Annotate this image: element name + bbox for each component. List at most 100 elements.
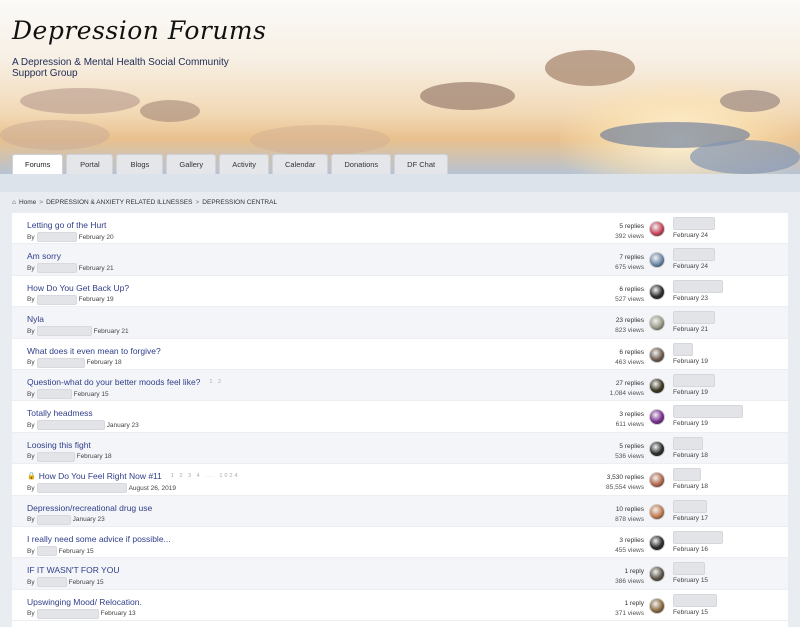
last-post-date[interactable]: February 24 — [673, 232, 715, 239]
topic-title-link[interactable]: Nyla — [27, 314, 44, 324]
redacted-author-name[interactable] — [36, 577, 67, 588]
topic-title-link[interactable]: I really need some advice if possible... — [27, 534, 171, 544]
redacted-last-poster[interactable] — [673, 468, 701, 482]
topic-title-link[interactable]: Loosing this fight — [27, 440, 91, 450]
redacted-author-name[interactable] — [36, 420, 105, 431]
redacted-last-poster[interactable] — [673, 279, 723, 293]
redacted-last-poster[interactable] — [673, 217, 715, 230]
redacted-last-poster[interactable] — [673, 562, 705, 576]
home-icon[interactable]: ⌂ — [12, 199, 16, 206]
tab-activity[interactable]: Activity — [219, 154, 269, 174]
site-logo-title[interactable]: Depression Forums — [12, 16, 266, 45]
topic-title-link[interactable]: Depression/recreational drug use — [27, 503, 152, 513]
topic-row[interactable]: 🔒 How Do You Feel Right Now #11 1 2 3 4 ..… — [12, 464, 788, 496]
tab-donations[interactable]: Donations — [331, 154, 392, 174]
topic-title-link[interactable]: Totally headmess — [27, 408, 93, 418]
topic-row[interactable]: Loosing this fight By February 18 5 replies… — [12, 432, 788, 465]
topic-title-link[interactable]: How Do You Get Back Up? — [27, 283, 129, 293]
redacted-author-name[interactable] — [36, 326, 92, 337]
redacted-author-name[interactable] — [36, 389, 72, 399]
redacted-last-poster[interactable] — [673, 374, 715, 387]
avatar[interactable] — [649, 597, 665, 614]
tab-gallery[interactable]: Gallery — [166, 154, 217, 174]
redacted-last-poster[interactable] — [673, 248, 715, 262]
topic-row[interactable]: I really need some advice if possible...… — [12, 527, 788, 559]
topic-meta: By February 19 — [27, 294, 114, 305]
topic-title-link[interactable]: Question-what do your better moods feel … — [27, 377, 200, 387]
last-post-date[interactable]: February 16 — [673, 546, 723, 553]
redacted-author-name[interactable] — [36, 608, 99, 619]
topic-meta: By February 13 — [27, 608, 136, 619]
topic-pagination[interactable]: 1 2 3 4 ... 1024 — [171, 473, 240, 479]
tab-portal[interactable]: Portal — [66, 154, 114, 174]
last-post-date[interactable]: February 23 — [673, 295, 723, 302]
redacted-author-name[interactable] — [36, 357, 85, 368]
last-post-date[interactable]: February 19 — [673, 358, 708, 365]
topic-stats: 5 replies 536 views — [615, 442, 644, 462]
topic-row[interactable]: Nyla By February 21 23 replies 823 views Febr… — [12, 307, 788, 339]
topic-row[interactable]: Totally headmess By January 23 3 replies 611… — [12, 401, 788, 433]
redacted-last-poster[interactable] — [673, 405, 743, 419]
redacted-last-poster[interactable] — [673, 531, 723, 544]
redacted-author-name[interactable] — [36, 294, 77, 305]
site-tagline: A Depression & Mental Health Social Comm… — [12, 57, 229, 79]
avatar[interactable] — [649, 252, 665, 269]
redacted-last-poster[interactable] — [673, 499, 707, 513]
topic-row[interactable]: Am sorry By February 21 7 replies 675 views F… — [12, 244, 788, 276]
redacted-author-name[interactable] — [36, 514, 71, 525]
topic-row[interactable]: Upswinging Mood/ Relocation. By February 1… — [12, 590, 788, 622]
avatar[interactable] — [649, 535, 665, 551]
topic-row[interactable]: What does it even mean to forgive? By Febr… — [12, 339, 788, 370]
last-post-date[interactable]: February 15 — [673, 609, 717, 616]
topic-stats: 10 replies 878 views — [615, 505, 644, 525]
breadcrumb-category[interactable]: DEPRESSION & ANXIETY RELATED ILLNESSES — [46, 199, 192, 206]
last-post-date[interactable]: February 19 — [673, 389, 715, 396]
avatar[interactable] — [649, 566, 665, 583]
last-post-date[interactable]: February 15 — [673, 577, 708, 584]
last-post-date[interactable]: February 17 — [673, 515, 708, 522]
redacted-last-poster[interactable] — [673, 436, 703, 450]
avatar[interactable] — [649, 472, 665, 489]
tab-blogs[interactable]: Blogs — [116, 154, 164, 174]
topic-row[interactable]: Question-what do your better moods feel … — [12, 370, 788, 402]
by-label: By — [27, 516, 35, 524]
tab-calendar[interactable]: Calendar — [271, 154, 329, 174]
avatar[interactable] — [649, 503, 665, 520]
redacted-last-poster[interactable] — [673, 342, 693, 356]
tab-forums[interactable]: Forums — [12, 154, 64, 174]
last-post-date[interactable]: February 18 — [673, 452, 708, 459]
topic-row[interactable]: How Do You Get Back Up? By February 19 6 re… — [12, 276, 788, 308]
redacted-author-name[interactable] — [36, 451, 75, 462]
redacted-last-poster[interactable] — [673, 311, 715, 325]
topic-stats: 3 replies 455 views — [615, 536, 644, 556]
avatar[interactable] — [649, 378, 665, 394]
avatar[interactable] — [649, 346, 665, 363]
redacted-author-name[interactable] — [36, 232, 77, 242]
topic-row[interactable]: Depression/recreational drug use By Januar… — [12, 495, 788, 527]
last-post-date[interactable]: February 24 — [673, 263, 715, 270]
last-post-date[interactable]: February 19 — [673, 420, 743, 427]
tab-df-chat[interactable]: DF Chat — [394, 154, 449, 174]
avatar[interactable] — [649, 440, 665, 457]
breadcrumb-home[interactable]: Home — [19, 199, 36, 206]
topic-title-link[interactable]: How Do You Feel Right Now #11 — [39, 471, 162, 481]
avatar[interactable] — [649, 315, 665, 332]
breadcrumb-forum[interactable]: DEPRESSION CENTRAL — [202, 199, 277, 206]
topic-pagination[interactable]: 1 2 — [209, 379, 223, 385]
topic-row[interactable]: IF IT WASN'T FOR YOU By February 15 1 reply… — [12, 558, 788, 590]
avatar[interactable] — [649, 283, 665, 300]
avatar[interactable] — [649, 221, 665, 237]
avatar[interactable] — [649, 409, 665, 426]
topic-title-link[interactable]: Am sorry — [27, 251, 61, 261]
topic-title-link[interactable]: Letting go of the Hurt — [27, 220, 106, 230]
topic-title-link[interactable]: What does it even mean to forgive? — [27, 346, 161, 356]
redacted-author-name[interactable] — [36, 546, 57, 556]
redacted-author-name[interactable] — [36, 483, 127, 494]
topic-title-link[interactable]: IF IT WASN'T FOR YOU — [27, 565, 119, 575]
redacted-author-name[interactable] — [36, 263, 77, 274]
last-post-date[interactable]: February 18 — [673, 483, 708, 490]
last-post-date[interactable]: February 21 — [673, 326, 715, 333]
redacted-last-poster[interactable] — [673, 593, 717, 607]
topic-title-link[interactable]: Upswinging Mood/ Relocation. — [27, 597, 142, 607]
topic-row[interactable]: Letting go of the Hurt By February 20 5 rep… — [12, 213, 788, 245]
